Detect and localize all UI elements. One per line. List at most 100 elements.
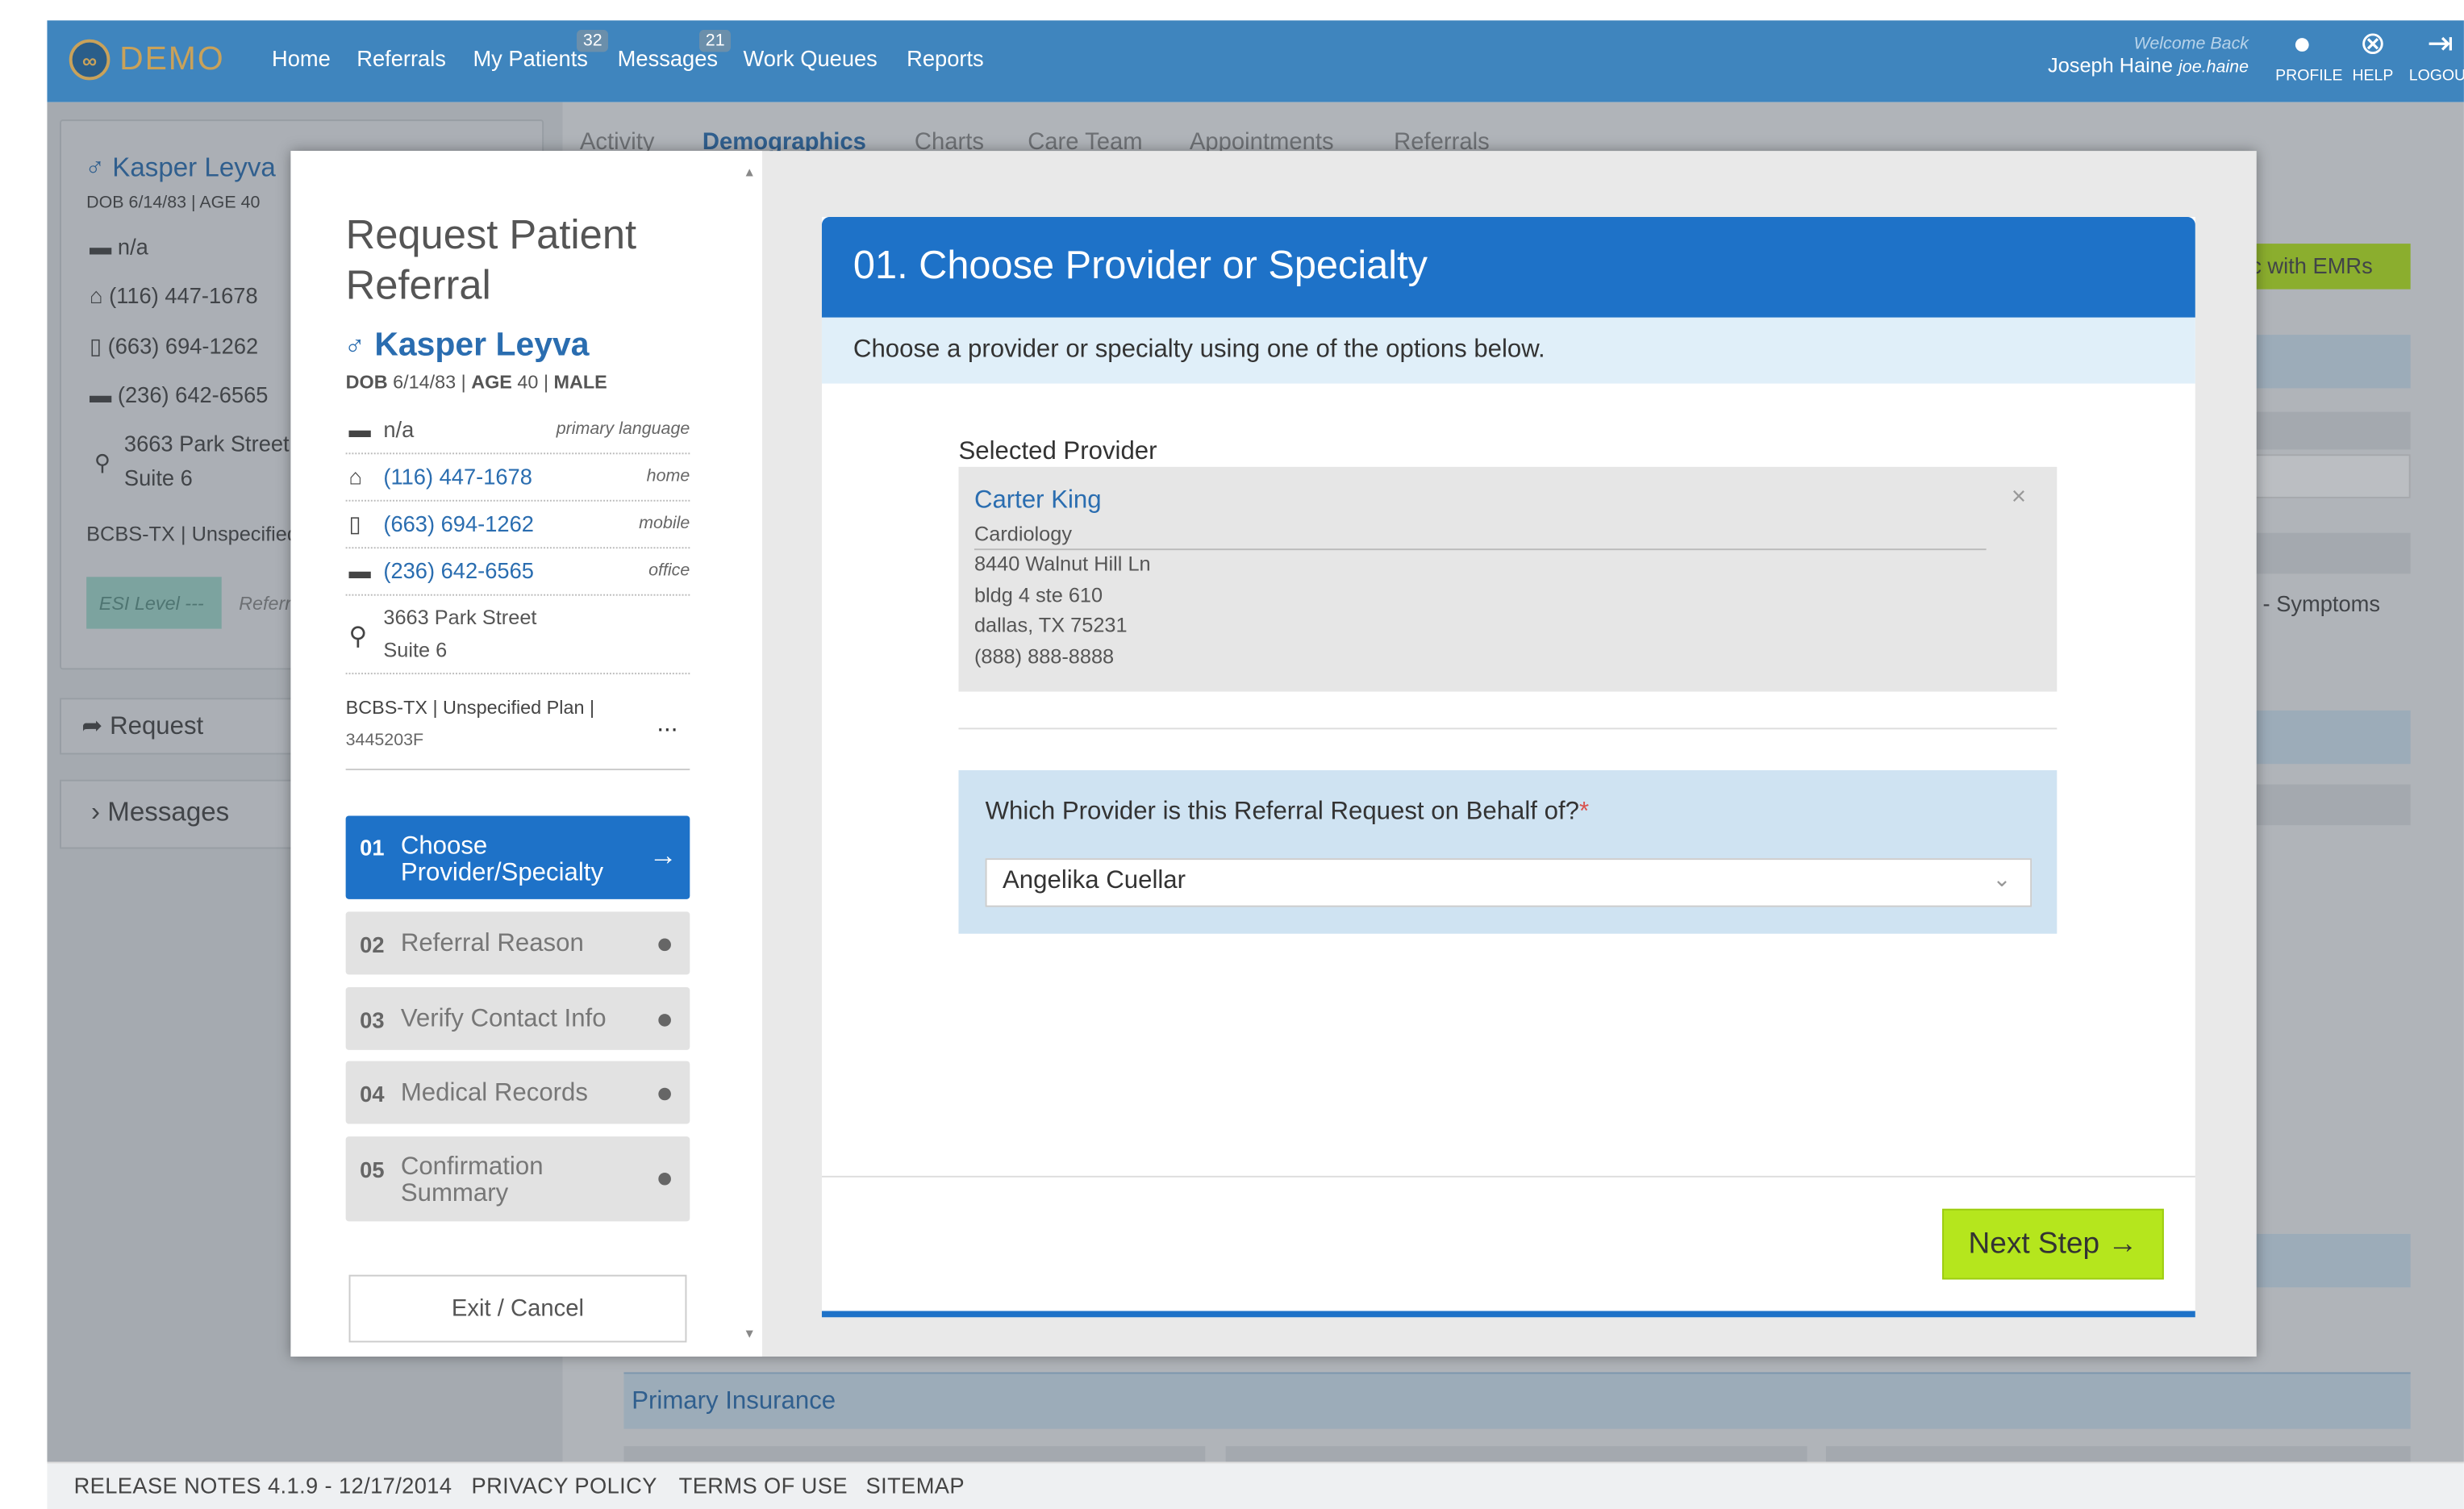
- profile-button[interactable]: ● PROFILE: [2275, 27, 2342, 85]
- insurance-line-2: 3445203F: [345, 731, 424, 750]
- male-gender-icon: ♂: [344, 330, 365, 362]
- behalf-of-label-text: Which Provider is this Referral Request …: [985, 798, 1579, 826]
- modal-patient-name[interactable]: ♂ Kasper Leyva: [344, 327, 590, 365]
- user-name-line: Joseph Haine joe.haine: [2048, 53, 2249, 77]
- nav-messages[interactable]: Messages 21: [618, 30, 732, 71]
- office-phone-link[interactable]: (236) 642-6565: [383, 558, 534, 583]
- mobile-phone-icon: ▯: [348, 511, 361, 536]
- provider-phone: (888) 888-8888: [974, 644, 1115, 669]
- help-label: HELP: [2352, 67, 2394, 85]
- messages-count-badge: 21: [698, 30, 732, 52]
- address-row: ⚲ 3663 Park Street Suite 6: [345, 599, 690, 675]
- home-phone-link[interactable]: (116) 447-1678: [383, 464, 532, 489]
- logout-icon: ⇥: [2427, 27, 2454, 62]
- provider-specialty: Cardiology: [974, 522, 1987, 551]
- app-root: ∞ DEMO Home Referrals My Patients 32 Mess…: [0, 0, 2464, 1509]
- step-label: Referral Reason: [400, 930, 584, 957]
- home-phone-row: ⌂ (116) 447-1678 home: [345, 454, 690, 502]
- user-name: Joseph Haine: [2048, 53, 2173, 77]
- step-number: 04: [360, 1081, 385, 1107]
- insurance-more-button[interactable]: ...: [657, 711, 677, 739]
- footer-release-notes[interactable]: RELEASE NOTES 4.1.9 - 12/17/2014: [74, 1473, 452, 1498]
- address-suite: Suite 6: [383, 638, 448, 662]
- mobile-phone-label: mobile: [639, 514, 690, 533]
- footer-privacy-policy[interactable]: PRIVACY POLICY: [471, 1473, 657, 1498]
- language-row: ▬ n/a primary language: [345, 407, 690, 455]
- logo-text: DEMO: [119, 40, 225, 77]
- nav-home[interactable]: Home: [272, 46, 331, 71]
- step-status-dot-icon: [658, 1014, 671, 1027]
- dob-value: 6/14/83: [393, 370, 457, 394]
- welcome-text: Welcome Back: [2133, 34, 2249, 54]
- dob-label: DOB: [345, 370, 388, 394]
- step-02-referral-reason[interactable]: 02 Referral Reason: [345, 911, 690, 975]
- selected-provider-label: Selected Provider: [958, 438, 1157, 465]
- logout-button[interactable]: ⇥ LOGOUT: [2409, 27, 2464, 85]
- step-status-dot-icon: [658, 1087, 671, 1101]
- nav-reports[interactable]: Reports: [907, 46, 984, 71]
- required-marker: *: [1578, 798, 1590, 826]
- footer-sitemap[interactable]: SITEMAP: [866, 1473, 965, 1498]
- step-number: 02: [360, 932, 385, 957]
- step-03-verify-contact[interactable]: 03 Verify Contact Info: [345, 986, 690, 1050]
- modal-patient-meta: DOB 6/14/83 | AGE 40 | MALE: [345, 370, 607, 394]
- behalf-of-section: [958, 770, 2058, 934]
- step-01-choose-provider[interactable]: 01 Choose Provider/Specialty →: [345, 815, 690, 899]
- behalf-of-label: Which Provider is this Referral Request …: [986, 798, 1590, 827]
- office-phone-row: ▬ (236) 642-6565 office: [345, 548, 690, 596]
- map-pin-icon: ⚲: [348, 623, 368, 651]
- mobile-phone-row: ▯ (663) 694-1262 mobile: [345, 502, 690, 549]
- provider-name-link[interactable]: Carter King: [974, 487, 1102, 515]
- step-panel-description: Choose a provider or specialty using one…: [821, 317, 2195, 384]
- behalf-of-provider-select[interactable]: Angelika Cuellar: [985, 858, 2032, 907]
- help-lifebuoy-icon: ⊗: [2359, 27, 2387, 62]
- scroll-down-icon[interactable]: ▼: [744, 1327, 756, 1341]
- home-phone-label: home: [646, 466, 690, 486]
- provider-city: dallas, TX 75231: [974, 613, 1128, 637]
- logout-label: LOGOUT: [2408, 67, 2464, 85]
- mobile-phone-link[interactable]: (663) 694-1262: [383, 511, 534, 536]
- modal-title: Request Patient Referral: [345, 211, 637, 309]
- step-label: Verify Contact Info: [400, 1006, 607, 1033]
- briefcase-icon: ▬: [348, 557, 371, 584]
- provider-address-line-2: bldg 4 ste 610: [974, 583, 1103, 607]
- footer-terms-of-use[interactable]: TERMS OF USE: [679, 1473, 848, 1498]
- nav-my-patients-label: My Patients: [473, 45, 588, 71]
- insurance-line-1: BCBS-TX | Unspecified Plan |: [345, 696, 595, 719]
- scroll-up-icon[interactable]: ▲: [744, 165, 756, 180]
- language-label: primary language: [556, 419, 690, 439]
- logo[interactable]: ∞ DEMO: [69, 35, 258, 85]
- sex-value: MALE: [553, 370, 607, 394]
- step-number: 05: [360, 1157, 385, 1182]
- panel-footer-divider: [821, 1175, 2195, 1178]
- step-number: 01: [360, 834, 385, 861]
- sidebar-scrollbar[interactable]: ▲ ▼: [739, 162, 761, 1341]
- language-value: n/a: [383, 416, 415, 442]
- step-panel-heading: 01. Choose Provider or Specialty: [821, 216, 2195, 318]
- nav-work-queues[interactable]: Work Queues: [744, 46, 878, 71]
- section-divider: [958, 727, 2058, 730]
- welcome-block: Welcome Back Joseph Haine joe.haine: [2048, 35, 2249, 77]
- nav-my-patients[interactable]: My Patients 32: [473, 30, 609, 71]
- exit-cancel-button[interactable]: Exit / Cancel: [348, 1274, 687, 1343]
- nav-referrals[interactable]: Referrals: [356, 46, 446, 71]
- step-label: Confirmation Summary: [400, 1153, 544, 1207]
- home-icon: ⌂: [348, 463, 363, 490]
- arrow-right-icon: →: [648, 839, 677, 871]
- insurance-block: BCBS-TX | Unspecified Plan | 3445203F: [345, 692, 690, 771]
- age-label: AGE: [471, 370, 512, 394]
- help-button[interactable]: ⊗ HELP: [2346, 27, 2399, 85]
- age-value: 40: [517, 370, 539, 394]
- logo-icon: ∞: [69, 39, 110, 81]
- step-05-confirmation[interactable]: 05 Confirmation Summary: [345, 1136, 690, 1222]
- remove-provider-close-icon[interactable]: ×: [2012, 484, 2026, 512]
- address-street: 3663 Park Street: [383, 605, 537, 629]
- speech-bubble-icon: ▬: [348, 416, 371, 442]
- step-status-dot-icon: [658, 938, 671, 952]
- next-step-button[interactable]: Next Step →: [1942, 1208, 2164, 1280]
- step-04-medical-records[interactable]: 04 Medical Records: [345, 1061, 690, 1124]
- step-label: Choose Provider/Specialty: [400, 832, 604, 887]
- my-patients-count-badge: 32: [577, 30, 609, 52]
- user-handle: joe.haine: [2178, 58, 2249, 77]
- step-status-dot-icon: [658, 1172, 671, 1186]
